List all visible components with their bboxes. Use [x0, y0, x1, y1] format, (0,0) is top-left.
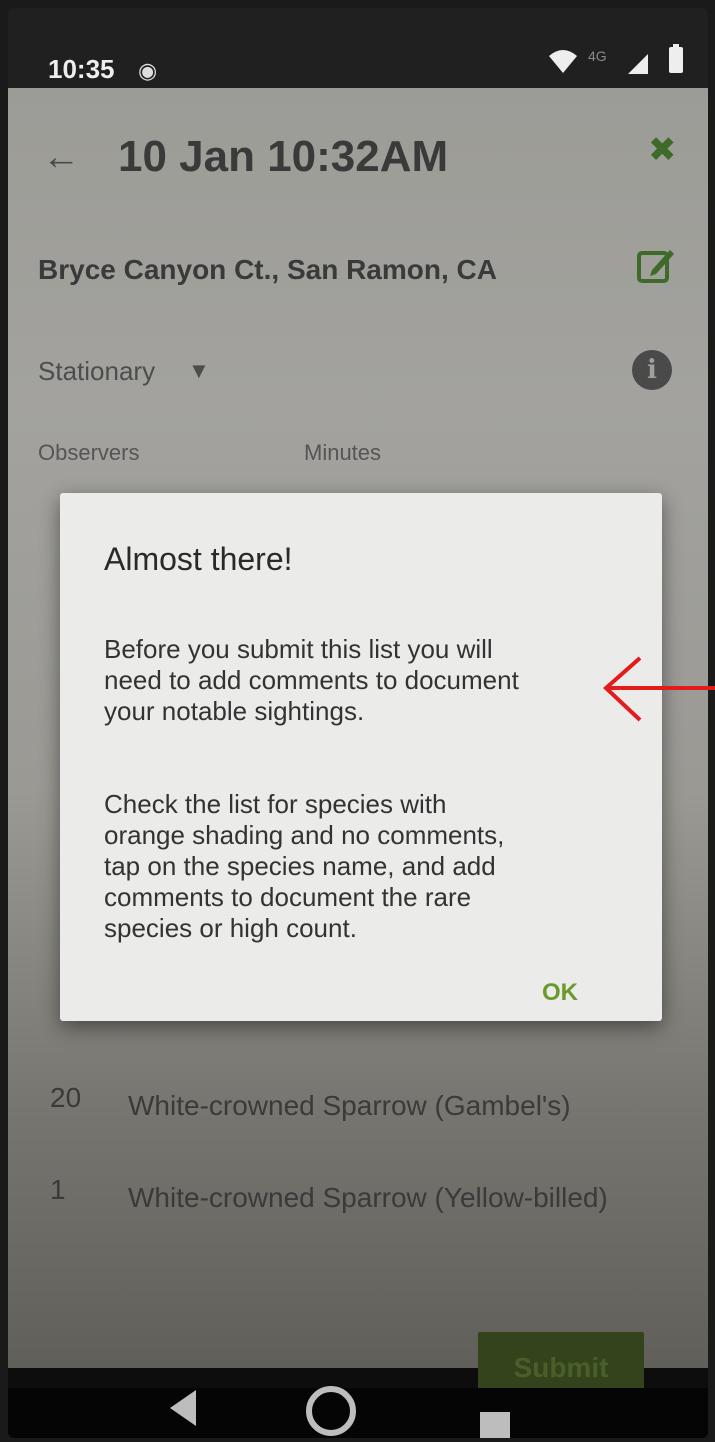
status-time: 10:35	[48, 54, 115, 84]
home-nav-icon[interactable]	[306, 1386, 356, 1436]
species-row[interactable]: 20 White-crowned Sparrow (Gambel's)	[8, 1082, 708, 1162]
close-icon[interactable]: ✖	[648, 130, 677, 170]
dialog-paragraph-2: Check the list for species with orange s…	[104, 789, 505, 943]
minutes-label: Minutes	[304, 440, 382, 465]
page-title: 10 Jan 10:32AM	[118, 132, 449, 181]
species-row[interactable]: 1 White-crowned Sparrow (Yellow-billed)	[8, 1174, 708, 1254]
species-name[interactable]: White-crowned Sparrow (Gambel's)	[128, 1090, 571, 1122]
signal-icon	[628, 54, 648, 74]
dialog-paragraph-1: Before you submit this list you will nee…	[104, 634, 519, 726]
location-name[interactable]: Bryce Canyon Ct., San Ramon, CA	[38, 254, 497, 286]
protocol-select[interactable]: Stationary	[38, 356, 155, 387]
dialog-body: Before you submit this list you will nee…	[104, 603, 624, 975]
wifi-icon	[549, 50, 577, 73]
edit-icon[interactable]	[636, 246, 676, 286]
eye-icon: ◉	[138, 58, 158, 83]
species-count[interactable]: 1	[50, 1174, 66, 1206]
ok-button[interactable]: OK	[542, 979, 578, 1007]
species-count[interactable]: 20	[50, 1082, 81, 1114]
recents-nav-icon[interactable]	[480, 1412, 510, 1438]
battery-icon	[669, 44, 683, 73]
network-label: 4G	[588, 48, 607, 64]
dialog-title: Almost there!	[104, 541, 293, 577]
species-name[interactable]: White-crowned Sparrow (Yellow-billed)	[128, 1182, 608, 1214]
dropdown-icon[interactable]: ▼	[188, 358, 210, 384]
almost-there-dialog: Almost there! Before you submit this lis…	[60, 493, 662, 1021]
back-arrow-icon[interactable]: ←	[42, 136, 80, 179]
annotation-arrow	[603, 656, 715, 722]
status-bar: 10:35 ◉ 4G	[8, 8, 708, 88]
info-icon[interactable]: i	[632, 350, 672, 390]
observers-label: Observers	[38, 440, 140, 465]
android-nav-bar	[8, 1386, 708, 1438]
back-nav-icon[interactable]	[170, 1390, 196, 1426]
